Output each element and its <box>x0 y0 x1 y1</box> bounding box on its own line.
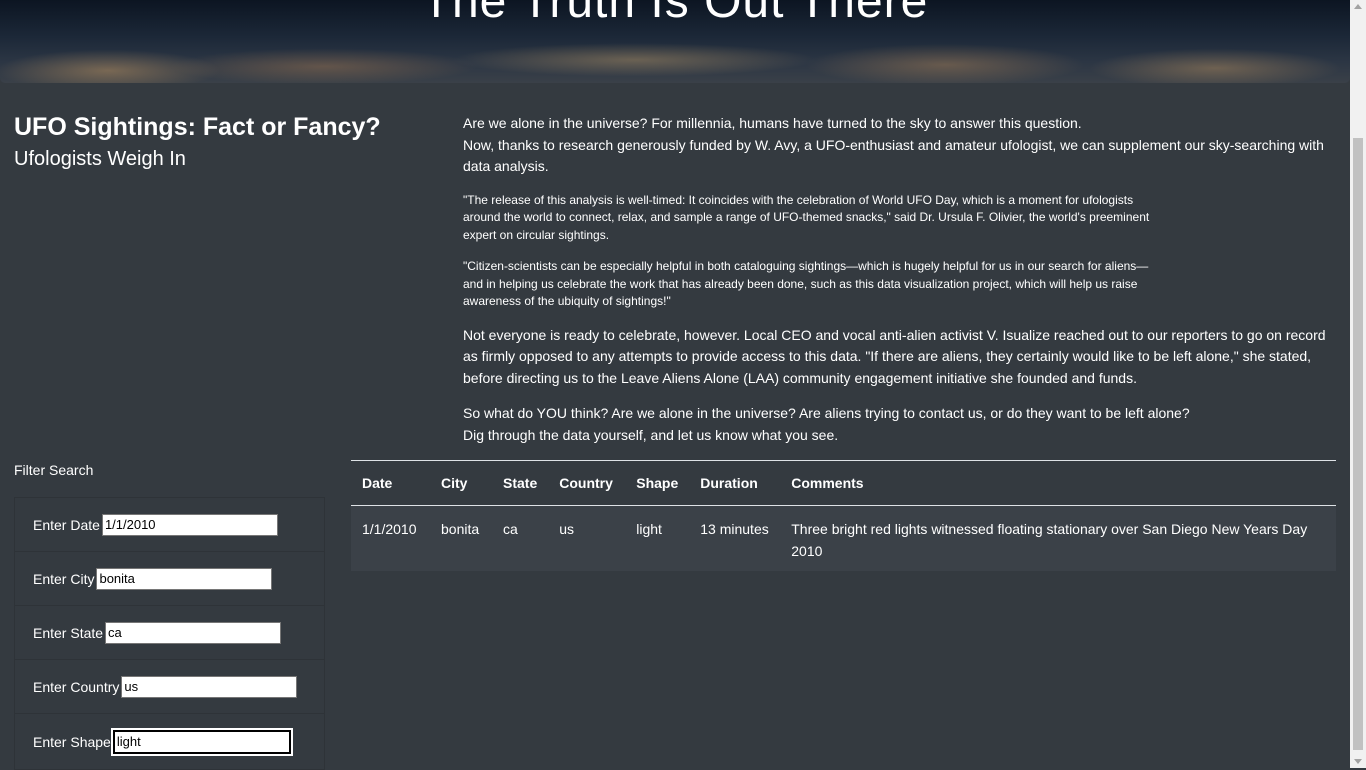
filter-item-date: Enter Date <box>15 498 324 552</box>
scroll-up-icon[interactable] <box>1354 4 1362 9</box>
cell-date: 1/1/2010 <box>351 505 430 571</box>
scrollbar-thumb[interactable] <box>1353 138 1363 750</box>
cell-comments: Three bright red lights witnessed floati… <box>780 505 1336 571</box>
state-label: Enter State <box>33 624 104 641</box>
cell-city: bonita <box>430 505 492 571</box>
table-header-row: Date City State Country Shape Duration C… <box>351 460 1336 506</box>
article-intro: Are we alone in the universe? For millen… <box>463 113 1343 178</box>
country-input[interactable] <box>121 675 298 698</box>
cell-country: us <box>548 505 626 571</box>
article-opposition: Not everyone is ready to celebrate, howe… <box>463 326 1326 386</box>
city-label: Enter City <box>33 570 95 587</box>
table-row: 1/1/2010 bonita ca us light 13 minutes T… <box>351 505 1336 571</box>
date-label: Enter Date <box>33 516 100 533</box>
hero-title: The Truth Is Out There <box>421 0 929 28</box>
article: Are we alone in the universe? For millen… <box>463 113 1343 446</box>
filter-item-city: Enter City <box>15 552 324 606</box>
cell-shape: light <box>625 505 690 571</box>
hero-banner: The Truth Is Out There <box>0 0 1350 83</box>
cell-duration: 13 minutes <box>689 505 781 571</box>
article-intro-line1: Are we alone in the universe? For millen… <box>463 115 1082 131</box>
filter-heading: Filter Search <box>14 462 94 478</box>
filter-item-country: Enter Country <box>15 660 324 714</box>
article-closing-line2: Dig through the data yourself, and let u… <box>463 426 839 443</box>
filter-item-state: Enter State <box>15 606 324 660</box>
filter-item-shape: Enter Shape <box>15 714 324 769</box>
column-header-country: Country <box>548 460 626 506</box>
column-header-comments: Comments <box>780 460 1336 506</box>
column-header-state: State <box>492 460 549 506</box>
column-header-city: City <box>430 460 492 506</box>
sightings-table: Date City State Country Shape Duration C… <box>351 460 1336 571</box>
article-closing: So what do YOU think? Are we alone in th… <box>463 403 1343 446</box>
date-input[interactable] <box>101 513 278 536</box>
country-label: Enter Country <box>33 678 120 695</box>
quote-citizen-scientists: "Citizen-scientists can be especially he… <box>463 259 1149 308</box>
page-scrollbar[interactable] <box>1350 0 1366 768</box>
article-intro-line2: Now, thanks to research generously funde… <box>463 136 1324 175</box>
article-closing-line1: So what do YOU think? Are we alone in th… <box>463 405 1190 421</box>
shape-input[interactable] <box>110 727 293 756</box>
column-header-shape: Shape <box>625 460 690 506</box>
city-input[interactable] <box>96 567 273 590</box>
column-header-duration: Duration <box>689 460 781 506</box>
page-title: UFO Sightings: Fact or Fancy? <box>14 113 381 141</box>
quote-olivier: "The release of this analysis is well-ti… <box>463 192 1150 242</box>
column-header-date: Date <box>351 460 430 506</box>
scroll-down-icon[interactable] <box>1354 759 1362 764</box>
state-input[interactable] <box>105 621 282 644</box>
page-subtitle: Ufologists Weigh In <box>14 148 186 170</box>
shape-label: Enter Shape <box>33 733 111 750</box>
cell-state: ca <box>492 505 549 571</box>
filter-list: Enter Date Enter City Enter State Enter … <box>14 497 325 770</box>
